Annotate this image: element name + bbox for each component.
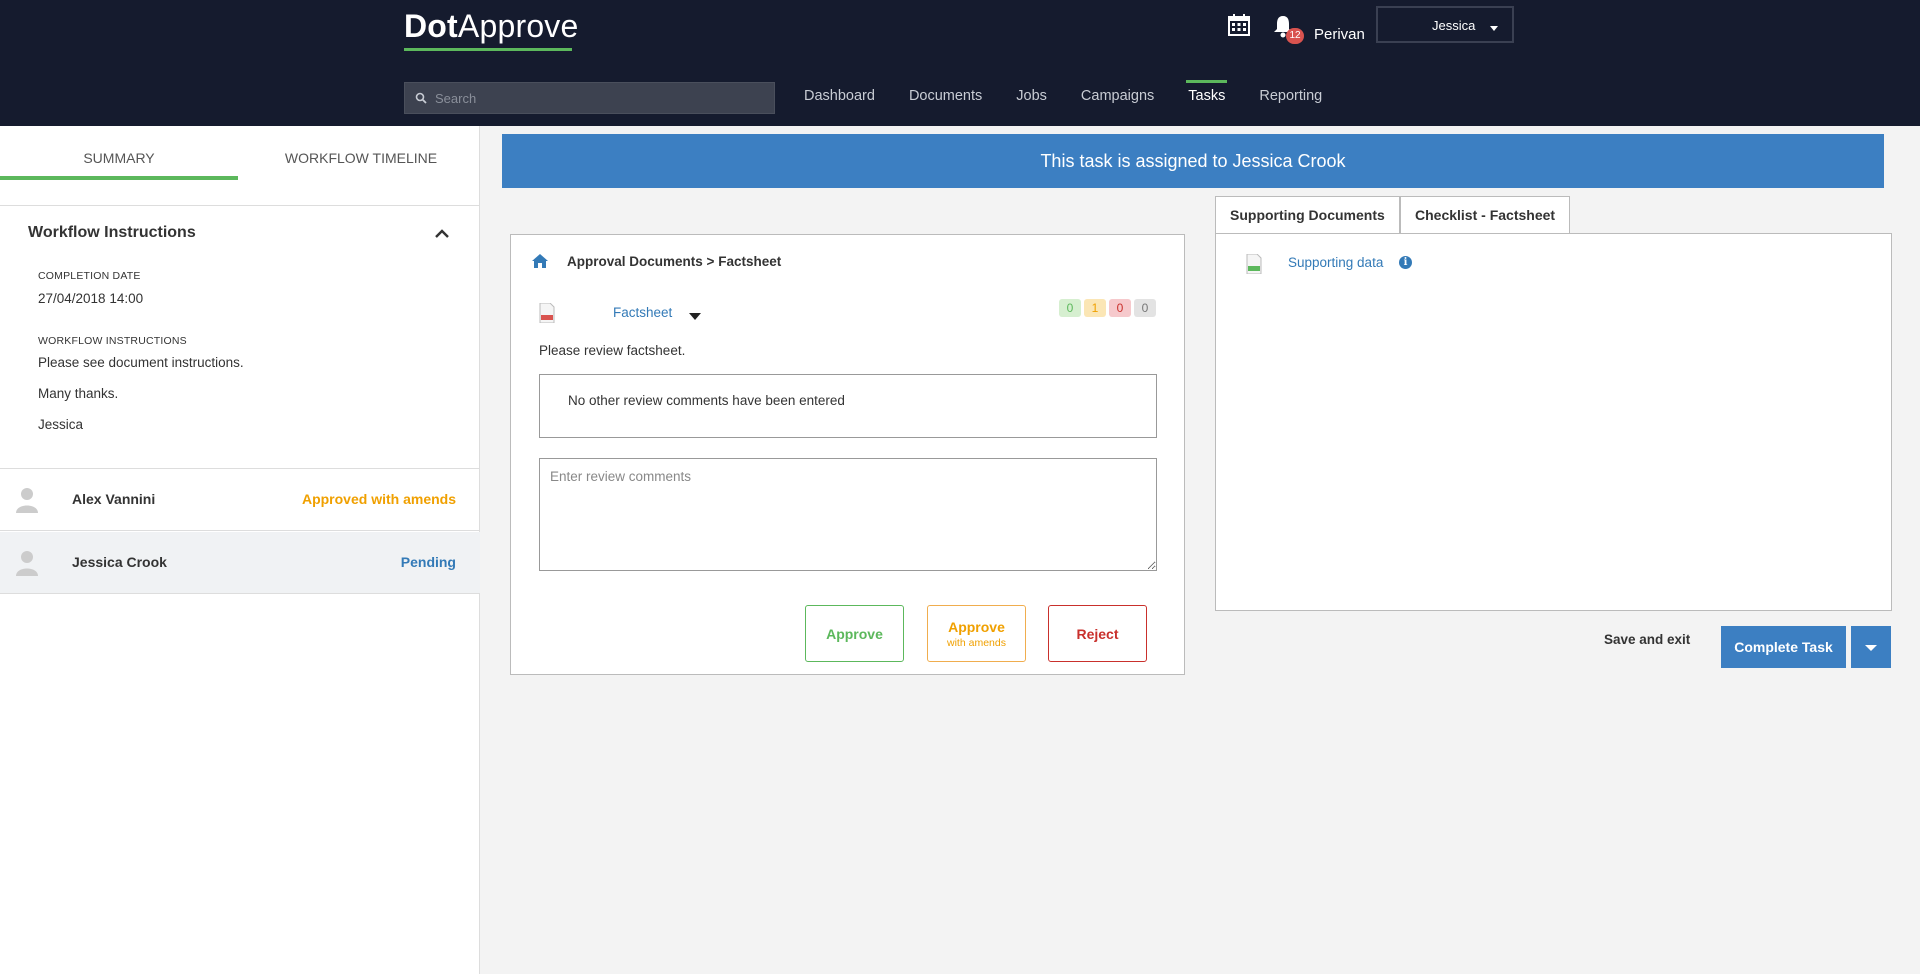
save-and-exit-button[interactable]: Save and exit xyxy=(1604,632,1690,647)
tab-workflow-timeline[interactable]: WORKFLOW TIMELINE xyxy=(242,150,480,166)
document-link[interactable]: Factsheet xyxy=(613,305,672,320)
company-name: Perivan xyxy=(1314,26,1365,43)
calendar-icon[interactable] xyxy=(1228,14,1250,36)
completion-date-label: COMPLETION DATE xyxy=(38,270,141,282)
home-icon[interactable] xyxy=(531,253,549,269)
complete-task-dropdown[interactable] xyxy=(1851,626,1891,668)
app-logo[interactable]: DotApprove xyxy=(404,8,579,45)
search-bar xyxy=(404,82,775,114)
search-icon xyxy=(415,92,427,104)
approver-name: Alex Vannini xyxy=(72,491,156,507)
pdf-file-icon xyxy=(539,303,555,323)
supporting-documents-panel: Supporting data i xyxy=(1215,233,1892,611)
supporting-data-link[interactable]: Supporting data xyxy=(1288,255,1383,270)
left-tabs: SUMMARY WORKFLOW TIMELINE xyxy=(0,126,480,206)
instruction-line: Please see document instructions. xyxy=(38,355,244,370)
approver-row[interactable]: Jessica Crook Pending xyxy=(0,532,480,594)
notification-badge: 12 xyxy=(1286,28,1304,44)
avatar-icon xyxy=(16,488,38,513)
nav-reporting[interactable]: Reporting xyxy=(1259,88,1322,104)
main-nav: Dashboard Documents Jobs Campaigns Tasks… xyxy=(804,80,1356,104)
caret-down-icon[interactable] xyxy=(689,313,701,320)
review-instruction: Please review factsheet. xyxy=(539,343,686,358)
breadcrumb-current: Factsheet xyxy=(718,254,782,269)
approver-status: Approved with amends xyxy=(301,491,456,507)
chevron-down-icon xyxy=(1490,26,1498,31)
reject-button[interactable]: Reject xyxy=(1048,605,1147,662)
tab-summary[interactable]: SUMMARY xyxy=(0,150,238,166)
info-icon[interactable]: i xyxy=(1399,256,1412,269)
review-panel: Approval Documents > Factsheet Factsheet… xyxy=(510,234,1185,675)
rejected-count-badge: 0 xyxy=(1109,299,1131,317)
logo-underline xyxy=(404,48,572,51)
nav-tasks[interactable]: Tasks xyxy=(1186,80,1228,104)
approve-button[interactable]: Approve xyxy=(805,605,904,662)
active-tab-indicator xyxy=(0,176,238,180)
user-select[interactable]: Jessica xyxy=(1376,6,1514,43)
approver-status: Pending xyxy=(400,554,456,570)
approved-count-badge: 0 xyxy=(1059,299,1081,317)
section-title: Workflow Instructions xyxy=(28,224,196,241)
approve-with-amends-button[interactable]: Approve with amends xyxy=(927,605,1026,662)
breadcrumb-separator: > xyxy=(706,254,715,269)
tab-supporting-documents[interactable]: Supporting Documents xyxy=(1215,196,1400,234)
top-header: DotApprove 12 Perivan Jessica Dashboard … xyxy=(0,0,1920,126)
pending-count-badge: 0 xyxy=(1134,299,1156,317)
instruction-line: Jessica xyxy=(38,417,84,432)
assignment-banner: This task is assigned to Jessica Crook xyxy=(502,134,1884,188)
amends-count-badge: 1 xyxy=(1084,299,1106,317)
nav-dashboard[interactable]: Dashboard xyxy=(804,88,875,104)
complete-task-button[interactable]: Complete Task xyxy=(1721,626,1846,668)
search-input[interactable] xyxy=(435,83,765,113)
nav-documents[interactable]: Documents xyxy=(909,88,982,104)
left-panel: SUMMARY WORKFLOW TIMELINE Workflow Instr… xyxy=(0,126,480,974)
tab-checklist-factsheet[interactable]: Checklist - Factsheet xyxy=(1400,196,1571,233)
nav-jobs[interactable]: Jobs xyxy=(1016,88,1047,104)
comment-counts: 0 1 0 0 xyxy=(1059,299,1159,317)
chevron-up-icon[interactable] xyxy=(434,226,450,242)
user-select-value: Jessica xyxy=(1432,18,1476,33)
review-comment-input[interactable] xyxy=(539,458,1157,571)
breadcrumb-parent[interactable]: Approval Documents xyxy=(567,254,703,269)
approver-row[interactable]: Alex Vannini Approved with amends xyxy=(0,469,480,531)
instruction-line: Many thanks. xyxy=(38,386,119,401)
instructions-label: WORKFLOW INSTRUCTIONS xyxy=(38,335,187,347)
spreadsheet-file-icon xyxy=(1246,254,1262,274)
nav-campaigns[interactable]: Campaigns xyxy=(1081,88,1154,104)
chevron-down-icon xyxy=(1865,645,1877,651)
no-comments-text: No other review comments have been enter… xyxy=(568,393,845,408)
previous-comments-box: No other review comments have been enter… xyxy=(539,374,1157,438)
avatar-icon xyxy=(16,551,38,576)
approver-name: Jessica Crook xyxy=(72,554,167,570)
breadcrumb: Approval Documents > Factsheet xyxy=(567,254,781,269)
completion-date-value: 27/04/2018 14:00 xyxy=(38,291,144,306)
